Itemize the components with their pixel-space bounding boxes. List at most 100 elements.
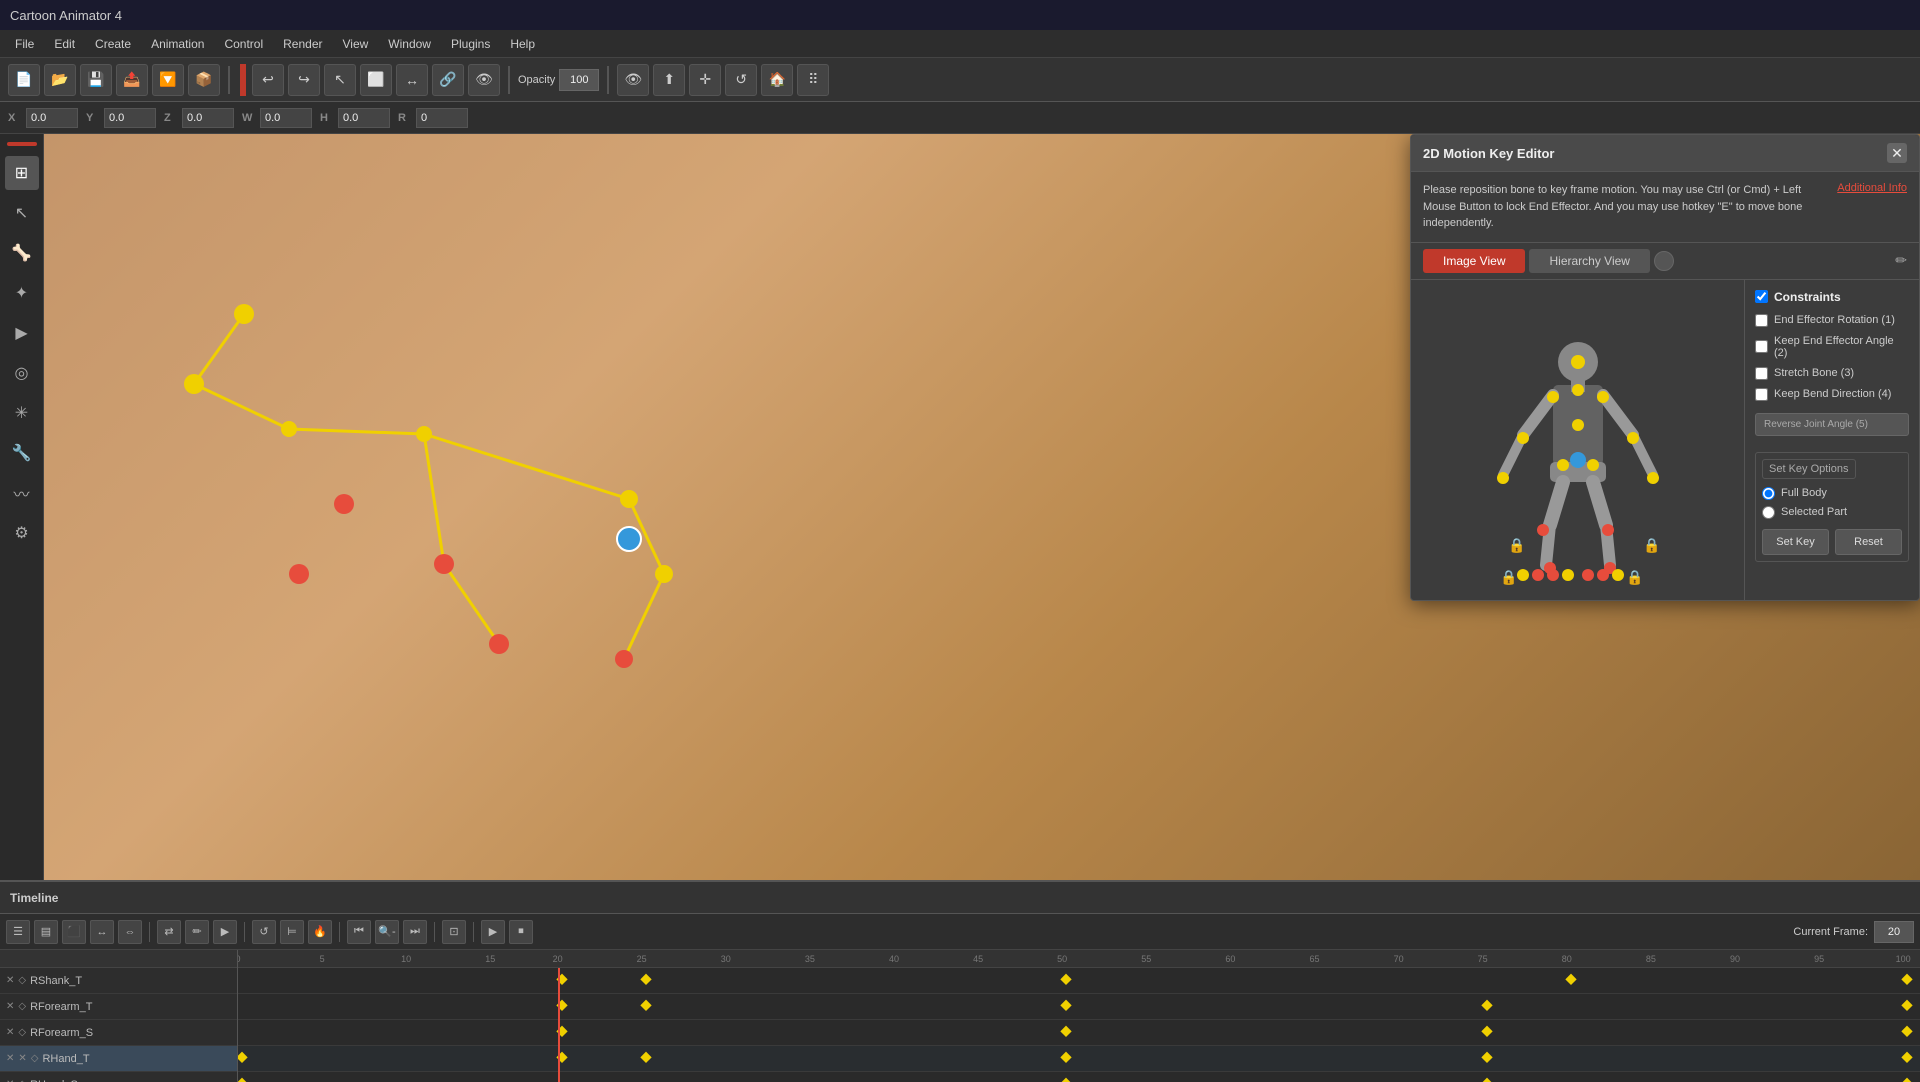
tl-flame-btn[interactable]: 🔥 [308,920,332,944]
keyframe-3-2[interactable] [1061,1025,1072,1036]
sidebar-btn-move[interactable]: ↖ [5,196,39,230]
tl-play-btn[interactable]: ▶ [481,920,505,944]
canvas-area[interactable]: 2D Motion Key Editor ✕ Please reposition… [44,134,1920,880]
opacity-input[interactable] [559,69,599,91]
track-diamond-icon-1[interactable]: ◇ [18,975,26,986]
tl-align-btn[interactable]: ⊨ [280,920,304,944]
up-btn[interactable]: ⬆ [653,64,685,96]
current-frame-input[interactable] [1874,921,1914,943]
transform-btn[interactable]: ⬜ [360,64,392,96]
sidebar-btn-physics[interactable]: 🔧 [5,436,39,470]
keyframe-4-5[interactable] [1481,1051,1492,1062]
menu-create[interactable]: Create [85,33,141,55]
reset-btn[interactable]: Reset [1835,529,1902,555]
tl-expand-btn[interactable]: ↔ [90,920,114,944]
checkbox-keep-bend-direction[interactable] [1755,388,1768,401]
menu-render[interactable]: Render [273,33,332,55]
radio-input-selected-part[interactable] [1762,506,1775,519]
keyframe-1-3[interactable] [1061,973,1072,984]
y-input[interactable] [104,108,156,128]
sidebar-btn-anim[interactable]: ▶ [5,316,39,350]
sidebar-btn-camera[interactable]: ◎ [5,356,39,390]
redo-btn[interactable]: ↪ [288,64,320,96]
move-btn[interactable]: ✛ [689,64,721,96]
camera-btn[interactable]: 👁 [468,64,500,96]
reset-view-btn[interactable]: ↺ [725,64,757,96]
layout-btn[interactable]: ⠿ [797,64,829,96]
keyframe-2-2[interactable] [640,999,651,1010]
export-btn[interactable]: 📤 [116,64,148,96]
menu-window[interactable]: Window [378,33,441,55]
keyframe-1-4[interactable] [1565,973,1576,984]
keyframe-4-3[interactable] [640,1051,651,1062]
tl-compress-btn[interactable]: ⇔ [118,920,142,944]
tl-track-btn[interactable]: ▤ [34,920,58,944]
menu-file[interactable]: File [5,33,44,55]
tl-loop-btn[interactable]: ↺ [252,920,276,944]
tl-stop-btn[interactable]: ⏹ [509,920,533,944]
save-btn[interactable]: 💾 [80,64,112,96]
tl-edit-btn[interactable]: ✏ [185,920,209,944]
checkbox-end-effector-rotation[interactable] [1755,314,1768,327]
tl-layout-btn[interactable]: ⬛ [62,920,86,944]
tl-swap-btn[interactable]: ⇄ [157,920,181,944]
sidebar-btn-settings[interactable]: ⚙ [5,516,39,550]
home-btn[interactable]: 🏠 [761,64,793,96]
motion-btn[interactable]: 🔗 [432,64,464,96]
timeline-playhead[interactable] [558,968,560,1082]
sidebar-btn-spring[interactable]: 〰 [5,476,39,510]
sidebar-btn-particle[interactable]: ✳ [5,396,39,430]
keyframe-1-5[interactable] [1902,973,1913,984]
export2-btn[interactable]: 📦 [188,64,220,96]
menu-help[interactable]: Help [500,33,545,55]
keyframe-4-6[interactable] [1902,1051,1913,1062]
reverse-joint-angle-btn[interactable]: Reverse Joint Angle (5) [1755,413,1909,436]
keyframe-3-3[interactable] [1481,1025,1492,1036]
menu-view[interactable]: View [332,33,378,55]
tl-next-btn[interactable]: ⏭ [403,920,427,944]
menu-edit[interactable]: Edit [44,33,85,55]
preview-btn[interactable]: 👁 [617,64,649,96]
select-btn[interactable]: ↖ [324,64,356,96]
close-motion-editor-btn[interactable]: ✕ [1887,143,1907,163]
keyframe-4-4[interactable] [1061,1051,1072,1062]
tl-list-btn[interactable]: ☰ [6,920,30,944]
keyframe-4-1[interactable] [238,1051,248,1062]
rotate-btn[interactable]: ↔ [396,64,428,96]
tab-circle[interactable] [1654,251,1674,271]
keyframe-2-5[interactable] [1902,999,1913,1010]
keyframe-3-4[interactable] [1902,1025,1913,1036]
track-close-icon-4[interactable]: ✕ [6,1053,14,1064]
r-input[interactable] [416,108,468,128]
menu-plugins[interactable]: Plugins [441,33,500,55]
track-diamond-icon-3[interactable]: ◇ [18,1027,26,1038]
set-key-btn[interactable]: Set Key [1762,529,1829,555]
pencil-btn[interactable]: ✏ [1895,252,1907,269]
tl-prev-btn[interactable]: ⏮ [347,920,371,944]
menu-animation[interactable]: Animation [141,33,214,55]
keyframe-2-3[interactable] [1061,999,1072,1010]
tab-hierarchy-view[interactable]: Hierarchy View [1529,249,1649,273]
sidebar-btn-ik[interactable]: ✦ [5,276,39,310]
open-file-btn[interactable]: 📂 [44,64,76,96]
tl-forward-btn[interactable]: ▶ [213,920,237,944]
track-close-icon-2[interactable]: ✕ [6,1001,14,1012]
radio-input-full-body[interactable] [1762,487,1775,500]
tl-fit-btn[interactable]: ⊡ [442,920,466,944]
track-close-icon-3[interactable]: ✕ [6,1027,14,1038]
constraints-master-checkbox[interactable] [1755,290,1768,303]
checkbox-keep-end-effector-angle[interactable] [1755,340,1768,353]
undo-btn[interactable]: ↩ [252,64,284,96]
track-close-icon-1[interactable]: ✕ [6,975,14,986]
h-input[interactable] [338,108,390,128]
checkbox-stretch-bone[interactable] [1755,367,1768,380]
sidebar-btn-select[interactable]: ⊞ [5,156,39,190]
track-diamond-icon-2[interactable]: ◇ [18,1001,26,1012]
new-file-btn[interactable]: 📄 [8,64,40,96]
keyframe-1-2[interactable] [640,973,651,984]
x-input[interactable] [26,108,78,128]
z-input[interactable] [182,108,234,128]
additional-info-link[interactable]: Additional Info [1837,182,1907,194]
import-btn[interactable]: 🔽 [152,64,184,96]
track-diamond-icon-4[interactable]: ◇ [31,1053,39,1064]
